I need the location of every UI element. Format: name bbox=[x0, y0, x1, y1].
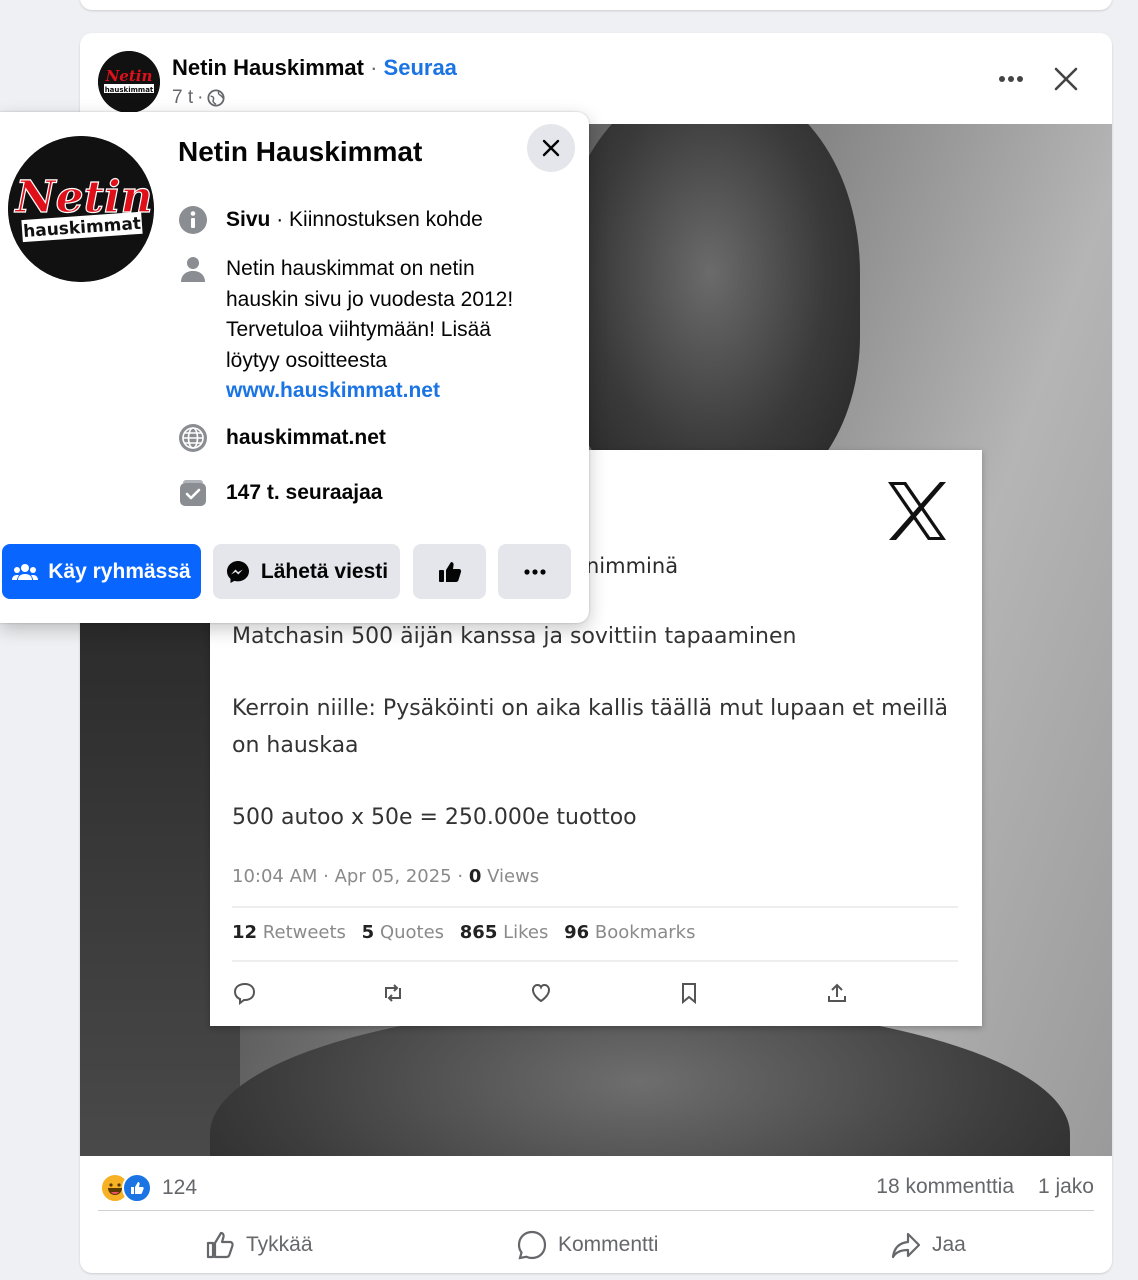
logo-top-text: Netin bbox=[105, 67, 153, 85]
reaction-count: 124 bbox=[162, 1176, 198, 1199]
tweet-line-2b: on hauskaa bbox=[232, 733, 359, 758]
globe-icon bbox=[179, 424, 207, 452]
share-label: Jaa bbox=[932, 1233, 966, 1256]
globe-icon bbox=[207, 89, 226, 107]
tweet-divider bbox=[232, 906, 958, 908]
bookmarks-count: 96 bbox=[564, 922, 590, 943]
post-header-name: Netin Hauskimmat · Seuraa bbox=[172, 55, 457, 81]
like-page-button[interactable] bbox=[413, 544, 486, 599]
about-link[interactable]: www.hauskimmat.net bbox=[226, 376, 513, 407]
tweet-divider bbox=[232, 960, 958, 962]
hover-card-title[interactable]: Netin Hauskimmat bbox=[178, 136, 422, 168]
footer-divider bbox=[98, 1210, 1094, 1211]
info-icon bbox=[179, 206, 207, 234]
page-hover-card: Netin hauskimmat Netin Hauskimmat Sivu ·… bbox=[0, 112, 589, 623]
about-line: Tervetuloa viihtymään! Lisää bbox=[226, 318, 491, 341]
heart-icon bbox=[531, 983, 551, 1003]
share-button[interactable]: Jaa bbox=[890, 1223, 966, 1267]
messenger-icon bbox=[226, 560, 249, 583]
followers-row: 147 t. seuraajaa bbox=[178, 478, 382, 509]
reactions-summary[interactable]: 124 bbox=[100, 1173, 197, 1203]
tweet-line-1: Matchasin 500 äijän kanssa ja sovittiin … bbox=[232, 624, 797, 649]
website-row: hauskimmat.net bbox=[178, 423, 386, 454]
bookmarks-label: Bookmarks bbox=[594, 922, 696, 943]
image-figure-head bbox=[560, 124, 860, 504]
about-row: Netin hauskimmat on netin hauskin sivu j… bbox=[178, 254, 513, 407]
followers-count: 147 t. seuraajaa bbox=[226, 481, 383, 504]
more-icon bbox=[523, 568, 546, 575]
join-group-label: Käy ryhmässä bbox=[48, 559, 191, 583]
website-link[interactable]: hauskimmat.net bbox=[226, 423, 386, 454]
like-label: Tykkää bbox=[246, 1233, 313, 1256]
name-separator: · bbox=[370, 55, 378, 80]
about-text: Netin hauskimmat on netin hauskin sivu j… bbox=[226, 254, 513, 407]
followers-icon bbox=[180, 480, 206, 506]
page-type-bold: Sivu bbox=[226, 208, 271, 231]
share-count[interactable]: 1 jako bbox=[1038, 1175, 1094, 1199]
tweet-line-3: 500 autoo x 50e = 250.000e tuottoo bbox=[232, 805, 637, 830]
comment-icon bbox=[517, 1230, 547, 1260]
reply-icon bbox=[233, 982, 256, 1005]
like-button[interactable]: Tykkää bbox=[204, 1223, 313, 1267]
follow-link[interactable]: Seuraa bbox=[384, 55, 457, 80]
image-figure-torso bbox=[210, 1004, 1070, 1156]
tweet-stats: 12 Retweets 5 Quotes 865 Likes 96 Bookma… bbox=[232, 922, 705, 943]
tweet-time-text: 10:04 AM · Apr 05, 2025 · bbox=[232, 866, 464, 887]
share-icon bbox=[828, 983, 846, 1002]
like-reaction-icon bbox=[122, 1173, 152, 1203]
comment-count[interactable]: 18 kommenttia bbox=[876, 1175, 1014, 1199]
more-options-button[interactable] bbox=[498, 544, 571, 599]
logo-bottom-text: hauskimmat bbox=[105, 86, 154, 94]
tweet-timestamp: 10:04 AM · Apr 05, 2025 · 0 Views bbox=[232, 866, 539, 887]
page-type-text: Sivu · Kiinnostuksen kohde bbox=[226, 205, 483, 236]
page-type-rest: · Kiinnostuksen kohde bbox=[270, 208, 483, 231]
more-icon[interactable] bbox=[988, 61, 1034, 97]
send-message-label: Lähetä viesti bbox=[260, 559, 389, 583]
like-icon bbox=[206, 1231, 234, 1259]
close-icon[interactable] bbox=[1046, 59, 1086, 99]
tweet-line-2a: Kerroin niille: Pysäköinti on aika kalli… bbox=[232, 696, 948, 721]
group-icon bbox=[12, 563, 39, 580]
tweet-views-label: Views bbox=[487, 866, 540, 887]
time-separator: · bbox=[197, 87, 204, 108]
tweet-partial-text: nimminä bbox=[586, 554, 679, 578]
retweet-icon bbox=[385, 984, 401, 1002]
comment-label: Kommentti bbox=[558, 1233, 659, 1256]
tweet-views-count: 0 bbox=[468, 866, 482, 887]
about-line: löytyy osoitteesta bbox=[226, 348, 388, 372]
send-message-button[interactable]: Lähetä viesti bbox=[213, 544, 400, 599]
comment-button[interactable]: Kommentti bbox=[516, 1223, 658, 1267]
post-time[interactable]: 7 t bbox=[172, 87, 193, 109]
close-icon bbox=[542, 139, 560, 157]
about-line: Netin hauskimmat on netin bbox=[226, 257, 475, 280]
share-arrow-icon bbox=[891, 1232, 921, 1259]
quotes-count: 5 bbox=[361, 922, 375, 943]
x-logo-icon bbox=[888, 482, 946, 540]
page-name-link[interactable]: Netin Hauskimmat bbox=[172, 55, 364, 80]
likes-label: Likes bbox=[503, 922, 549, 943]
person-icon bbox=[181, 257, 205, 282]
page-avatar[interactable]: Netin hauskimmat bbox=[98, 51, 160, 113]
retweets-count: 12 bbox=[232, 922, 258, 943]
bookmark-icon bbox=[682, 983, 696, 1005]
quotes-label: Quotes bbox=[379, 922, 445, 943]
post-meta: 7 t · bbox=[172, 87, 226, 109]
hover-card-avatar[interactable]: Netin hauskimmat bbox=[8, 136, 154, 282]
hover-card-close-button[interactable] bbox=[527, 124, 575, 172]
about-line: hauskin sivu jo vuodesta 2012! bbox=[226, 287, 514, 311]
previous-post-card bbox=[80, 0, 1112, 10]
retweets-label: Retweets bbox=[262, 922, 346, 943]
page-type-row: Sivu · Kiinnostuksen kohde bbox=[178, 205, 483, 236]
thumbs-up-icon bbox=[438, 561, 461, 582]
likes-count: 865 bbox=[459, 922, 498, 943]
join-group-button[interactable]: Käy ryhmässä bbox=[2, 544, 201, 599]
